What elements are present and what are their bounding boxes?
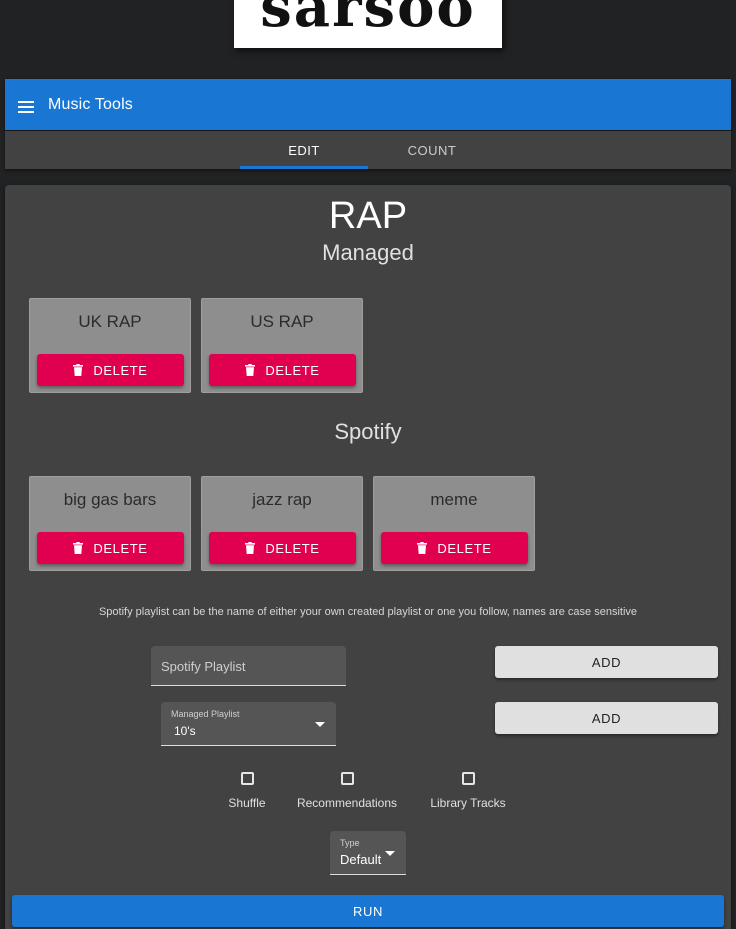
shuffle-label: Shuffle [228, 796, 266, 810]
shuffle-checkbox[interactable] [240, 772, 254, 785]
type-label: Type [340, 838, 360, 848]
card-label: meme [430, 490, 478, 509]
delete-button[interactable]: DELETE [209, 354, 356, 386]
managed-heading: Managed [322, 240, 414, 265]
add-managed-button[interactable]: ADD [495, 702, 718, 734]
card-label: UK RAP [78, 312, 142, 331]
spotify-card-meme: meme DELETE [373, 476, 535, 571]
spotify-playlist-placeholder: Spotify Playlist [161, 659, 246, 674]
recommendations-checkbox[interactable] [340, 772, 354, 785]
trash-icon [245, 364, 256, 376]
managed-card-uk-rap: UK RAP DELETE [29, 298, 191, 393]
add-spotify-button[interactable]: ADD [495, 646, 718, 678]
recommendations-label: Recommendations [296, 796, 398, 810]
library-tracks-label: Library Tracks [430, 796, 506, 810]
delete-label: DELETE [437, 540, 492, 556]
chevron-down-icon [315, 722, 325, 727]
managed-card-us-rap: US RAP DELETE [201, 298, 363, 393]
menu-icon[interactable] [18, 100, 34, 113]
trash-icon [73, 542, 84, 554]
trash-icon [73, 364, 84, 376]
trash-icon [417, 542, 428, 554]
delete-button[interactable]: DELETE [37, 354, 184, 386]
library-tracks-checkbox[interactable] [461, 772, 475, 785]
trash-icon [245, 542, 256, 554]
delete-label: DELETE [265, 540, 320, 556]
tab-bar: EDIT COUNT [5, 131, 731, 169]
delete-button[interactable]: DELETE [209, 532, 356, 564]
card-label: US RAP [250, 312, 314, 331]
type-value: Default [340, 852, 382, 867]
logo: sarsoo [234, 0, 502, 48]
tab-edit[interactable]: EDIT [240, 131, 368, 169]
edit-panel: RAP Managed UK RAP DELETE US RAP DELETE … [5, 185, 731, 929]
app-bar: Music Tools [5, 79, 731, 130]
managed-playlist-select[interactable]: Managed Playlist 10's [161, 702, 336, 746]
delete-label: DELETE [93, 362, 148, 378]
type-select[interactable]: Type Default [330, 831, 406, 875]
card-label: jazz rap [252, 490, 312, 509]
spotify-card-big-gas-bars: big gas bars DELETE [29, 476, 191, 571]
playlist-title: RAP [328, 195, 408, 237]
run-button[interactable]: RUN [12, 895, 724, 927]
spotify-playlist-input[interactable]: Spotify Playlist [151, 646, 346, 686]
managed-playlist-value: 10's [174, 724, 196, 738]
spotify-heading: Spotify [334, 419, 402, 444]
card-label: big gas bars [63, 490, 157, 509]
app-root: sarsoo Music Tools EDIT COUNT RAP Manage… [0, 0, 736, 929]
chevron-down-icon [385, 851, 395, 856]
spotify-hint-text: Spotify playlist can be the name of eith… [98, 606, 638, 618]
recommendations-option[interactable]: Recommendations [287, 772, 407, 810]
managed-playlist-label: Managed Playlist [171, 709, 240, 719]
app-title: Music Tools [48, 95, 133, 113]
delete-label: DELETE [93, 540, 148, 556]
tab-count[interactable]: COUNT [368, 131, 496, 169]
delete-button[interactable]: DELETE [37, 532, 184, 564]
delete-button[interactable]: DELETE [381, 532, 528, 564]
spotify-card-jazz-rap: jazz rap DELETE [201, 476, 363, 571]
delete-label: DELETE [265, 362, 320, 378]
logo-text: sarsoo [260, 0, 476, 40]
shuffle-option[interactable]: Shuffle [217, 772, 277, 810]
tab-indicator [240, 166, 368, 169]
library-tracks-option[interactable]: Library Tracks [418, 772, 518, 810]
